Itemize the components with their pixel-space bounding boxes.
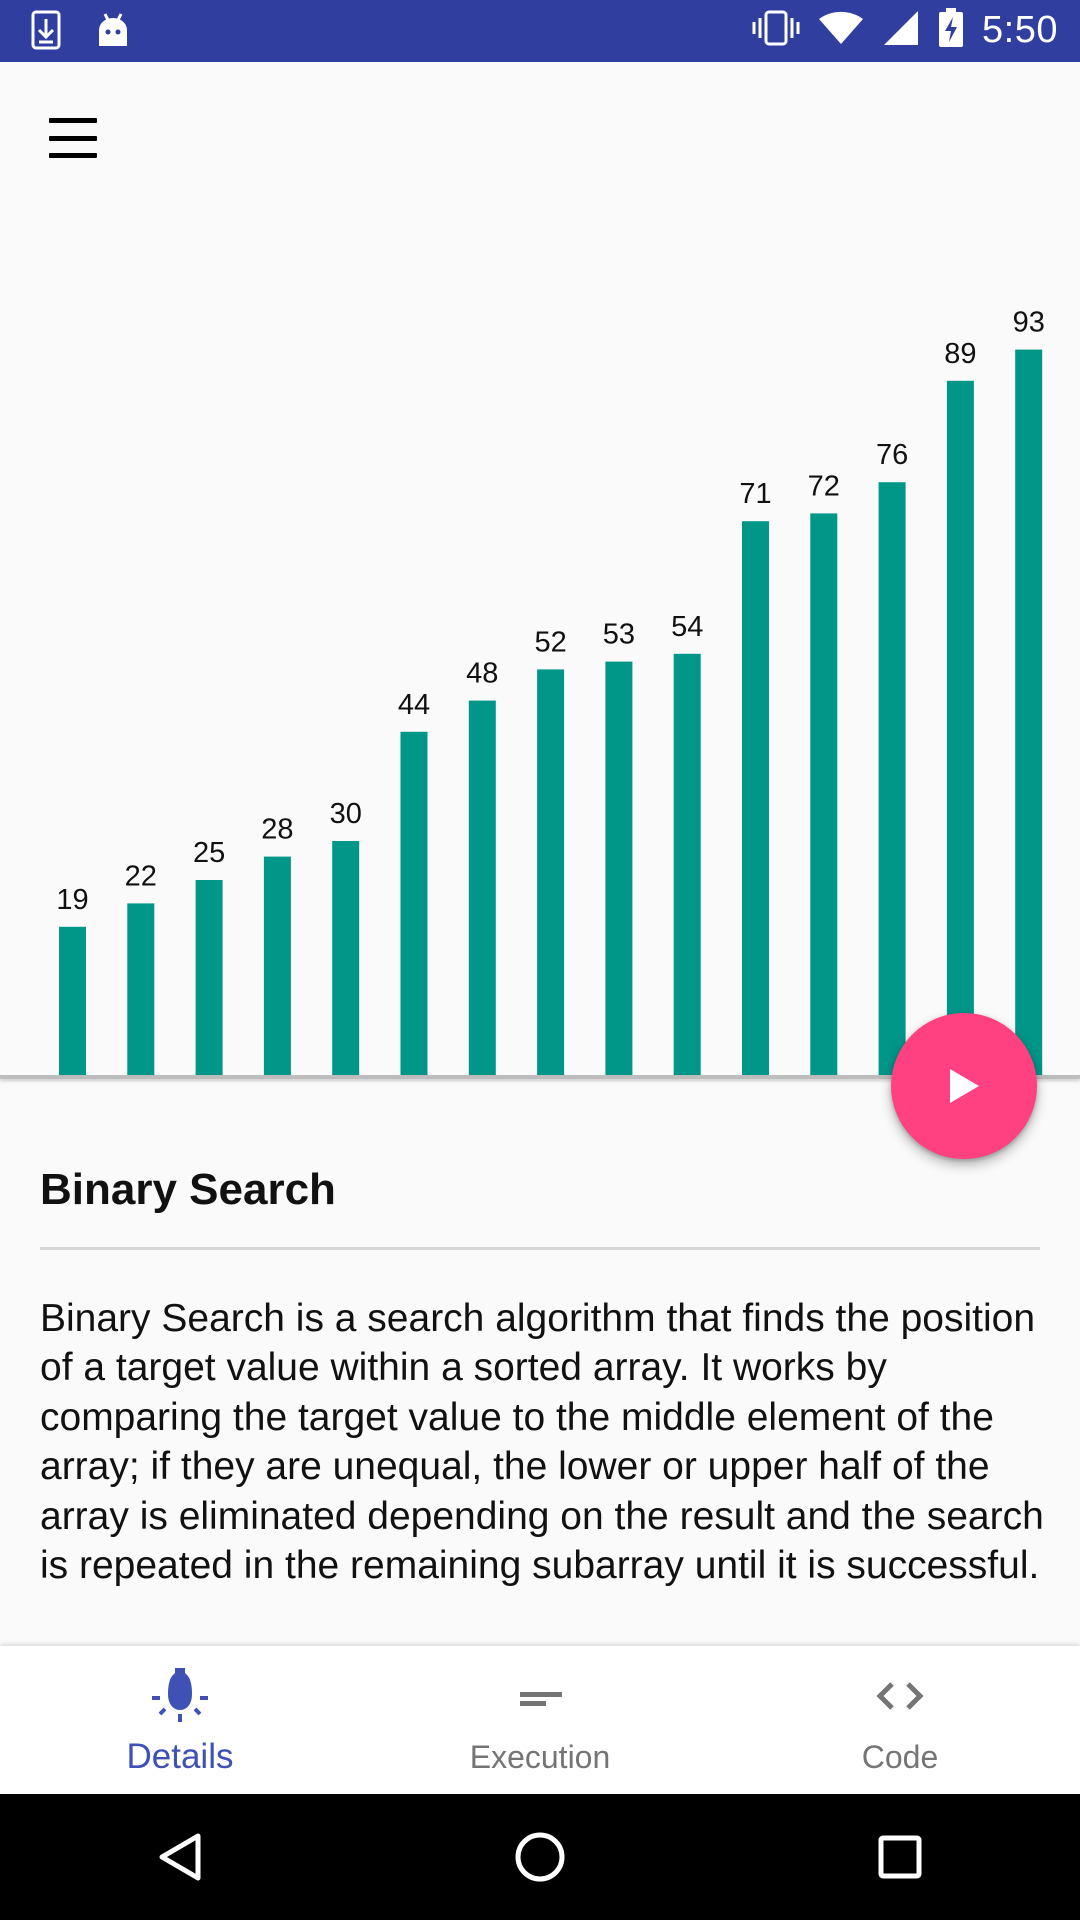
- bar-label-0: 19: [56, 884, 88, 916]
- algorithm-details: Binary Search Binary Search is a search …: [40, 1140, 1044, 1591]
- nav-execution-label: Execution: [469, 1739, 611, 1775]
- signal-icon: [882, 9, 920, 52]
- battery-charging-icon: [938, 8, 964, 53]
- bar-3: [263, 856, 291, 1075]
- code-icon: [868, 1668, 932, 1729]
- bar-label-11: 72: [808, 470, 840, 502]
- bar-14: [1015, 349, 1043, 1076]
- vibrate-icon: [752, 10, 800, 51]
- bar-9: [673, 653, 701, 1075]
- back-icon[interactable]: [135, 1812, 225, 1902]
- play-icon: [950, 1069, 979, 1103]
- bulb-icon: [148, 1668, 212, 1729]
- status-bar: 5:50: [0, 0, 1080, 62]
- bar-chart-svg: 19 22 25 28 30 44 48 52 53 54 71 72 76 89 93: [56, 307, 1045, 1076]
- bar-chart: 19 22 25 28 30 44 48 52 53 54 71 72 76 89 93: [0, 210, 1080, 1080]
- bar-label-6: 48: [466, 658, 498, 690]
- nav-execution[interactable]: Execution: [360, 1646, 720, 1794]
- bar-label-9: 54: [671, 611, 703, 643]
- bar-label-10: 71: [739, 478, 771, 510]
- bar-label-8: 53: [603, 619, 635, 651]
- bar-label-5: 44: [398, 689, 430, 721]
- play-button[interactable]: [891, 1013, 1037, 1159]
- bar-4: [332, 841, 360, 1075]
- bar-11: [810, 513, 838, 1075]
- bar-10: [742, 521, 769, 1075]
- android-icon: [96, 12, 130, 53]
- bar-label-13: 89: [944, 338, 976, 370]
- wifi-icon: [818, 10, 864, 51]
- bar-5: [400, 731, 428, 1075]
- divider: [40, 1246, 1040, 1250]
- bar-label-3: 28: [261, 814, 293, 846]
- home-icon[interactable]: [495, 1812, 585, 1902]
- nav-details[interactable]: Details: [0, 1646, 360, 1794]
- status-time: 5:50: [982, 9, 1058, 51]
- app-bar: [0, 62, 1080, 210]
- bar-label-7: 52: [534, 626, 566, 658]
- execution-icon: [508, 1668, 572, 1729]
- download-icon: [30, 10, 62, 55]
- bar-label-4: 30: [330, 798, 362, 830]
- bar-1: [127, 903, 155, 1075]
- nav-code-label: Code: [861, 1739, 939, 1775]
- bar-label-14: 93: [1013, 307, 1045, 339]
- bar-label-2: 25: [193, 837, 225, 869]
- nav-details-label: Details: [126, 1737, 234, 1776]
- bar-7: [537, 669, 565, 1075]
- bar-0: [59, 926, 86, 1075]
- bar-label-1: 22: [125, 860, 157, 892]
- bar-2: [195, 880, 223, 1075]
- nav-code[interactable]: Code: [720, 1646, 1080, 1794]
- bar-6: [468, 700, 496, 1075]
- bar-13: [946, 380, 974, 1075]
- bar-label-12: 76: [876, 439, 908, 471]
- menu-icon[interactable]: [36, 114, 110, 162]
- algorithm-description: Binary Search is a search algorithm that…: [40, 1296, 1044, 1588]
- bar-12: [878, 482, 906, 1075]
- bottom-navigation: Details Execution Code: [0, 1646, 1080, 1794]
- bar-8: [605, 661, 633, 1075]
- recents-icon[interactable]: [855, 1812, 945, 1902]
- system-navigation-bar: [0, 1794, 1080, 1920]
- algorithm-title: Binary Search: [40, 1165, 336, 1214]
